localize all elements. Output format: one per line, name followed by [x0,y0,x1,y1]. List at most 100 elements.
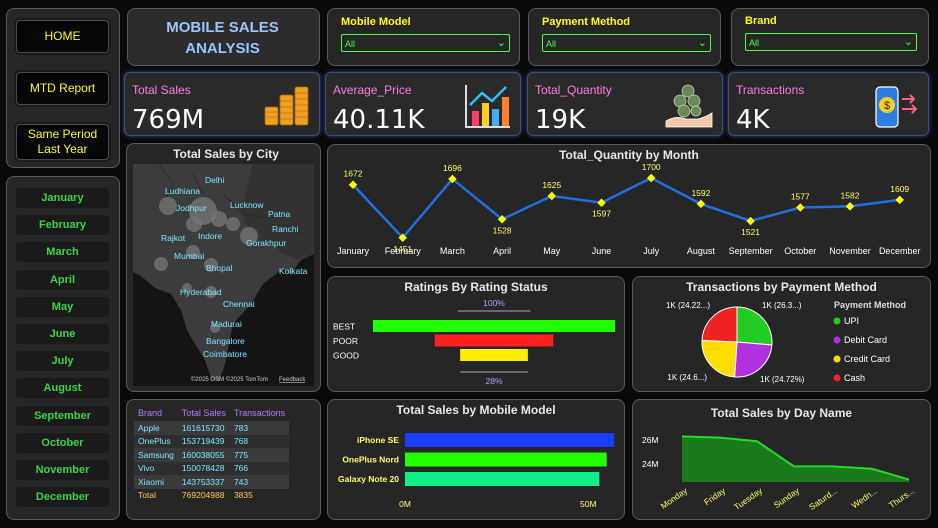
month-button-july[interactable]: July [16,351,109,372]
mobile-model-select[interactable]: All ⌄ [341,34,510,52]
month-button-june[interactable]: June [16,324,109,344]
month-tick-label: October [784,246,816,256]
data-point [696,199,706,209]
rating-label: BEST [333,322,355,332]
data-label: 1521 [741,227,760,237]
month-tick-label: March [440,246,465,256]
coins-icon [264,86,309,126]
data-label: 1597 [592,209,611,219]
y-tick-label: 26M [642,435,659,445]
total-cell: Total [138,490,156,501]
legend-label: Debit Card [844,335,887,345]
map-bubble [226,217,240,231]
pie-slice [736,306,773,346]
map-attribution: ©2025 OSM ©2025 TomTom [191,376,268,383]
model-bar [405,472,600,486]
city-label: Gorakhpur [246,238,286,248]
model-bar-chart: iPhone SE OnePlus Nord Galaxy Note 20 0M 50M [338,433,614,509]
page-title: MOBILE SALES ANALYSIS [166,19,279,57]
mobile-model-filter[interactable]: Mobile Model All ⌄ [327,8,520,66]
data-label: 1672 [344,169,363,179]
column-header[interactable]: Total Sales [178,405,230,421]
ratings-funnel-chart: 100% BEST POOR GOOD 28% [333,298,615,386]
slice-label: 1K (24.72%) [760,375,805,384]
city-label: Coimbatore [203,349,247,359]
month-button-september[interactable]: September [16,405,109,426]
map-feedback-link[interactable]: Feedback [279,377,306,383]
day-area-chart: 26M 24M Monday Friday Tuesday Sunday Saturd...… [642,435,916,512]
brand-table: Brand Total Sales Transactions Apple 161615… [134,405,290,502]
city-label: Chennai [223,299,255,309]
x-tick-label: 0M [399,499,411,509]
month-button-april[interactable]: April [16,269,109,290]
brand-select[interactable]: All ⌄ [745,33,917,51]
month-button-may[interactable]: May [16,296,109,317]
city-label: Bhopal [206,263,233,273]
same-period-button[interactable]: Same Period Last Year [16,124,109,160]
day-tick-label: Monday [659,485,690,511]
bottom-percent-label: 28% [485,376,502,386]
pie-slice [701,306,738,343]
data-label: 1582 [841,190,860,200]
city-label: Ranchi [272,224,299,234]
table-row: Apple 161615730 783 [134,421,290,435]
month-tick-label: July [643,246,660,256]
data-point [597,198,606,207]
funnel-bar [460,349,528,361]
city-label: Bangalore [206,336,245,346]
payment-method-select[interactable]: All ⌄ [542,34,711,52]
kpi-total-sales: Total Sales 769M [124,72,320,136]
kpi-value: 19K [535,105,586,135]
city-map[interactable]: Delhi Ludhiana Jodhpur Lucknow Patna Rajkot In… [133,164,314,386]
kpi-value: 4K [736,105,770,135]
model-label: Galaxy Note 20 [338,474,399,484]
city-label: Patna [268,209,290,219]
brand-filter[interactable]: Brand All ⌄ [731,8,929,66]
day-tick-label: Saturd... [807,485,839,512]
model-label: OnePlus Nord [342,455,399,465]
home-button[interactable]: HOME [16,20,109,53]
month-tick-label: August [687,246,716,256]
legend-marker [833,355,841,363]
kpi-average-price: Average_Price 40.11K [325,72,521,136]
column-header[interactable]: Transactions [230,405,289,421]
table-row: Xiaomi 143753337 743 [134,475,290,489]
filter-value: All [546,39,557,49]
slice-label: 1K (26.3...) [762,301,802,310]
filter-label: Mobile Model [341,16,411,28]
kpi-label: Total Sales [132,83,191,97]
column-header[interactable]: Brand [134,405,178,421]
table-row: OnePlus 153719439 768 [134,434,290,448]
month-button-january[interactable]: January [16,188,109,208]
table-cell: 766 [233,463,249,474]
month-button-december[interactable]: December [16,487,109,508]
kpi-transactions: Transactions 4K $ [728,72,929,136]
quantity-line [352,176,900,240]
month-button-october[interactable]: October [16,432,109,453]
month-button-august[interactable]: August [16,378,109,399]
chevron-down-icon: ⌄ [697,37,707,49]
legend-label: Cash [844,373,865,383]
legend-marker [833,374,841,382]
table-cell: 775 [233,449,249,460]
city-label: Ludhiana [165,186,200,196]
data-label: 1528 [493,225,512,235]
month-button-march[interactable]: March [16,242,109,263]
pie-slice [701,339,738,378]
map-title: Total Sales by City [173,147,279,161]
month-button-february[interactable]: February [16,215,109,236]
mtd-report-button[interactable]: MTD Report [16,72,109,105]
month-button-november[interactable]: November [16,460,109,480]
table-cell: Apple [138,422,160,433]
kpi-total-quantity: Total_Quantity 19K [527,72,723,136]
city-label: Madurai [211,319,242,329]
data-label: 1700 [642,162,661,172]
kpi-label: Average_Price [333,83,412,97]
table-cell: Samsung [138,449,174,460]
funnel-bar [434,334,554,347]
payment-method-filter[interactable]: Payment Method All ⌄ [528,8,721,66]
kpi-value: 769M [132,105,205,135]
brand-table-wrap: Brand Total Sales Transactions Apple 161615… [134,405,314,502]
table-cell: 161615730 [181,422,225,433]
slice-label: 1K (24.6...) [667,373,707,382]
